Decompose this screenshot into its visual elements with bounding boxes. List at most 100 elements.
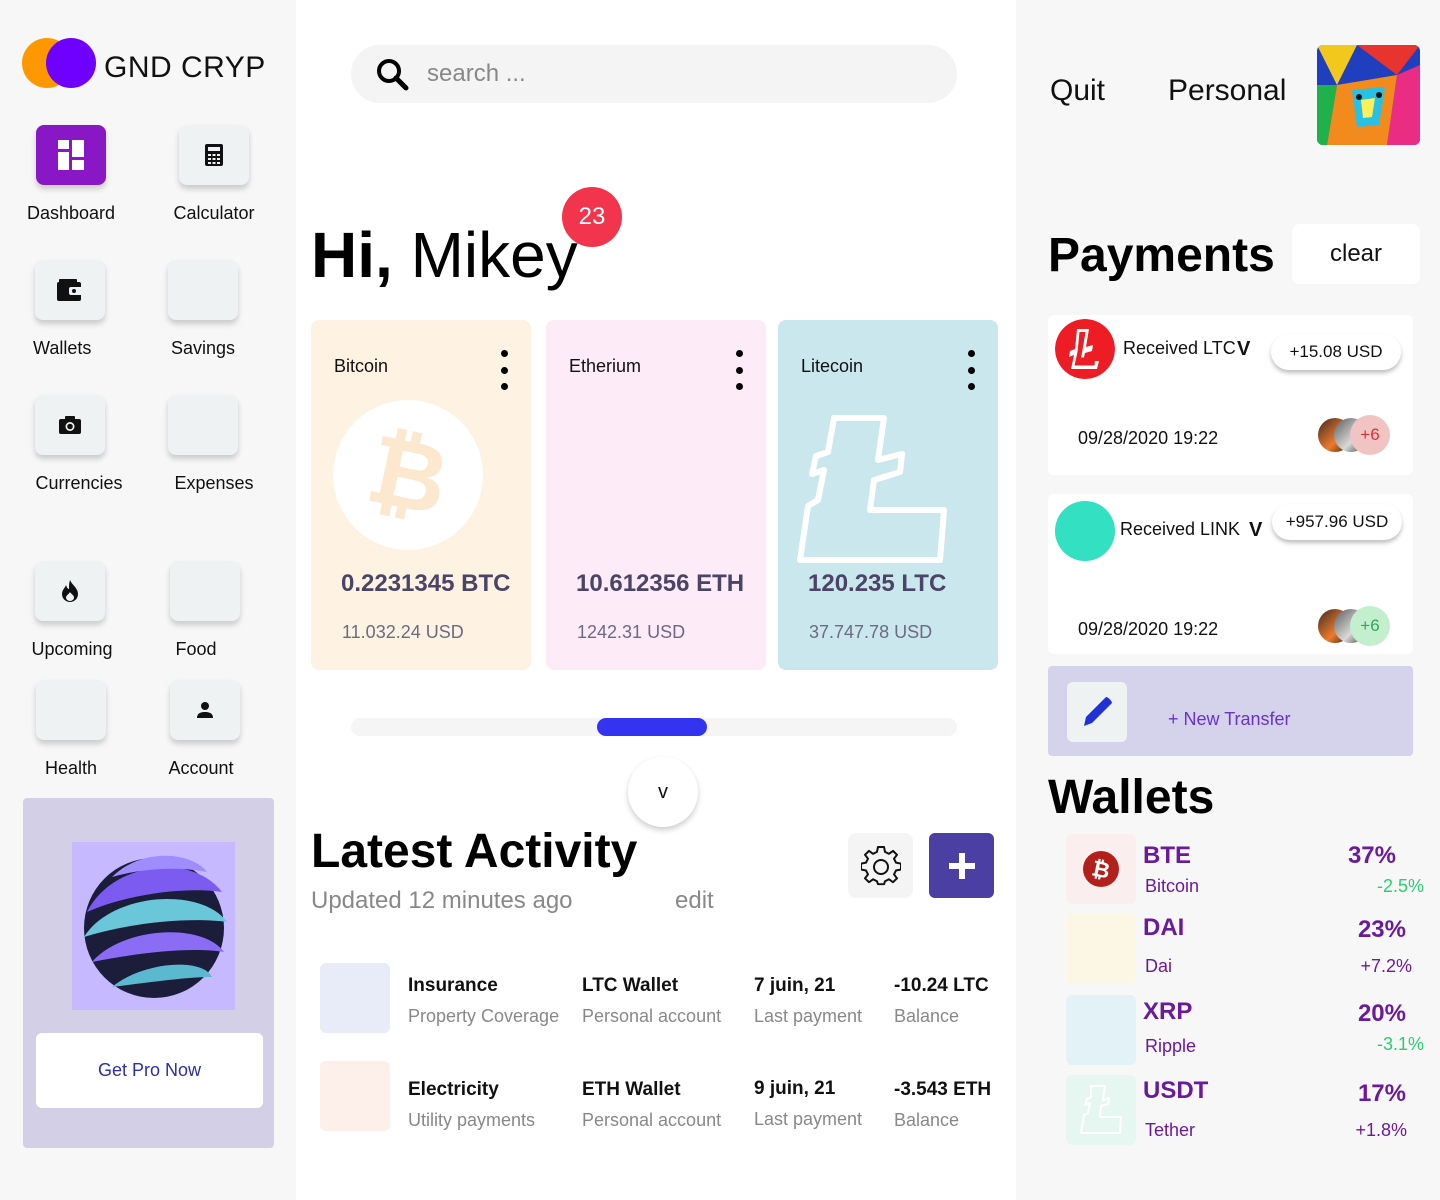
coin-amount: 120.235 LTC: [808, 570, 947, 597]
activity-thumbnail: [320, 963, 390, 1033]
settings-button[interactable]: [848, 833, 913, 898]
sidebar-item-label: Account: [168, 758, 234, 778]
activity-updated-text: Updated 12 minutes ago: [311, 887, 573, 914]
sidebar-item-label: Calculator: [173, 203, 255, 223]
coin-usd-value: 37.747.78 USD: [809, 622, 933, 642]
gear-icon: [860, 845, 901, 885]
sidebar-item-account[interactable]: Account: [141, 680, 261, 779]
payment-participants[interactable]: +6: [1318, 606, 1398, 646]
wallet-row-usdt[interactable]: USDT Tether 17% +1.8%: [1066, 1075, 1426, 1147]
savings-tile[interactable]: [168, 260, 238, 320]
wallet-icon: [57, 279, 83, 301]
wallets-tile[interactable]: [35, 260, 105, 320]
payment-label: Received LINK: [1120, 519, 1241, 539]
expenses-tile[interactable]: [168, 395, 238, 455]
coin-usd-value: 11.032.24 USD: [342, 622, 464, 642]
clear-payments-button[interactable]: clear: [1292, 224, 1420, 284]
search-bar[interactable]: [351, 45, 957, 103]
activity-row[interactable]: Insurance Property Coverage LTC Wallet P…: [320, 963, 1010, 1035]
wallet-row-dai[interactable]: DAI Dai 23% +7.2%: [1066, 914, 1426, 986]
coin-name: Bitcoin: [334, 356, 389, 376]
wallet-row-bte[interactable]: ₿ BTE Bitcoin 37% -2.5%: [1066, 834, 1426, 906]
coin-card-bitcoin[interactable]: Bitcoin ₿ 0.2231345 BTC 11.032.24 USD: [311, 320, 531, 670]
sidebar-item-label: Upcoming: [31, 639, 113, 659]
coin-card-etherium[interactable]: Etherium 10.612356 ETH 1242.31 USD: [546, 320, 766, 670]
activity-wallet-sub: Personal account: [582, 1110, 722, 1130]
currencies-tile[interactable]: [35, 395, 105, 455]
coin-card-litecoin[interactable]: Litecoin 120.235 LTC 37.747.78 USD: [778, 320, 998, 670]
sidebar-item-expenses[interactable]: Expenses: [154, 395, 274, 494]
activity-subtitle: Utility payments: [408, 1110, 536, 1130]
more-options-icon[interactable]: [497, 350, 511, 390]
payment-participants[interactable]: +6: [1318, 415, 1398, 455]
promo-sphere-illustration: [72, 842, 235, 1010]
add-activity-button[interactable]: [929, 833, 994, 898]
personal-link[interactable]: Personal: [1168, 74, 1286, 108]
expand-button[interactable]: v: [628, 757, 698, 827]
activity-amount: -10.24 LTC Balance: [894, 975, 989, 1027]
search-input[interactable]: [427, 57, 927, 91]
more-participants-count: +6: [1350, 415, 1390, 455]
wallet-change: -3.1%: [1376, 1034, 1424, 1054]
sidebar-item-food[interactable]: Food: [136, 561, 256, 660]
activity-date-value: 7 juin, 21: [754, 975, 836, 996]
new-transfer-button[interactable]: + New Transfer: [1048, 666, 1413, 756]
dashboard-tile[interactable]: [36, 125, 106, 185]
activity-date: 7 juin, 21 Last payment: [754, 975, 862, 1027]
chevron-down-icon[interactable]: V: [1237, 338, 1250, 361]
payment-date: 09/28/2020 19:22: [1078, 428, 1219, 448]
payments-title: Payments: [1048, 229, 1275, 282]
pencil-icon: [1084, 697, 1112, 726]
sidebar-item-health[interactable]: Health: [11, 680, 131, 779]
activity-category: Insurance Property Coverage: [408, 975, 559, 1027]
more-options-icon[interactable]: [964, 350, 978, 390]
account-tile[interactable]: [170, 680, 240, 740]
sidebar-item-label: Food: [175, 639, 217, 659]
avatar[interactable]: [1317, 45, 1420, 145]
sidebar-item-wallets[interactable]: Wallets: [11, 260, 131, 359]
activity-amount-sub: Balance: [894, 1110, 960, 1130]
more-options-icon[interactable]: [732, 350, 746, 390]
chevron-down-icon[interactable]: V: [1249, 519, 1262, 542]
sidebar-item-upcoming[interactable]: Upcoming: [12, 561, 132, 660]
sidebar-item-currencies[interactable]: Currencies: [19, 395, 139, 494]
payment-card[interactable]: Received LTC V +15.08 USD 09/28/2020 19:…: [1048, 315, 1413, 475]
more-participants-count: +6: [1350, 606, 1390, 646]
plus-icon: [948, 852, 975, 879]
calculator-tile[interactable]: [179, 125, 249, 185]
get-pro-button[interactable]: Get Pro Now: [36, 1033, 263, 1108]
activity-amount-sub: Balance: [894, 1006, 960, 1026]
carousel-scroll-thumb[interactable]: [597, 718, 707, 736]
carousel-scrollbar[interactable]: [351, 718, 957, 736]
wallet-symbol: USDT: [1143, 1077, 1209, 1104]
edit-link[interactable]: edit: [675, 887, 714, 915]
calculator-icon: [205, 144, 223, 166]
quit-link[interactable]: Quit: [1050, 74, 1105, 108]
activity-amount-value: -10.24 LTC: [894, 975, 989, 996]
greeting: Hi, Mikey: [311, 218, 578, 292]
sidebar-item-calculator[interactable]: Calculator: [154, 125, 274, 224]
food-tile[interactable]: [170, 561, 240, 621]
activity-date-sub: Last payment: [754, 1109, 863, 1129]
activity-wallet-name: LTC Wallet: [582, 975, 679, 996]
activity-title: Insurance: [408, 975, 498, 996]
user-icon: [197, 702, 213, 718]
greeting-hi: Hi,: [311, 219, 393, 291]
greeting-name: Mikey: [392, 219, 578, 291]
wallet-change: +1.8%: [1355, 1120, 1407, 1140]
sidebar-item-label: Dashboard: [26, 203, 116, 223]
sidebar-item-dashboard[interactable]: Dashboard: [11, 125, 131, 224]
notification-badge[interactable]: 23: [562, 187, 622, 247]
activity-row[interactable]: Electricity Utility payments ETH Wallet …: [320, 1061, 1010, 1133]
sidebar-item-savings[interactable]: Savings: [143, 260, 263, 359]
upcoming-tile[interactable]: [35, 561, 105, 621]
activity-wallet: LTC Wallet Personal account: [582, 975, 721, 1027]
wallet-thumbnail: [1066, 995, 1136, 1065]
wallet-symbol: BTE: [1143, 842, 1191, 869]
chevron-down-icon: v: [658, 780, 668, 803]
payment-card[interactable]: Received LINK V +957.96 USD 09/28/2020 1…: [1048, 494, 1413, 654]
wallet-row-xrp[interactable]: XRP Ripple 20% -3.1%: [1066, 995, 1426, 1067]
coin-usd-value: 1242.31 USD: [577, 622, 686, 642]
health-tile[interactable]: [36, 680, 106, 740]
sidebar-item-label: Health: [44, 758, 98, 778]
